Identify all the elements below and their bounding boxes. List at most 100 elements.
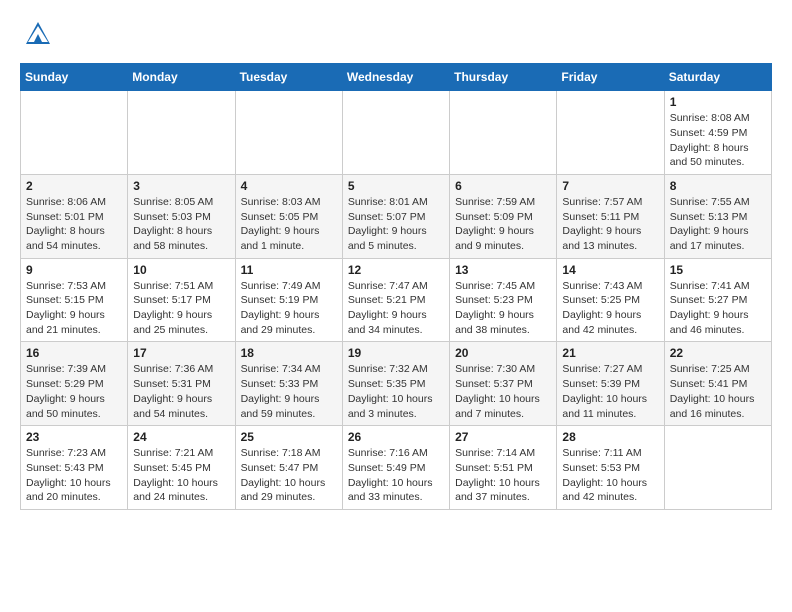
header-friday: Friday <box>557 64 664 91</box>
day-number: 18 <box>241 346 337 360</box>
day-cell: 26 Sunrise: 7:16 AM Sunset: 5:49 PM Dayli… <box>342 426 449 510</box>
day-cell: 27 Sunrise: 7:14 AM Sunset: 5:51 PM Dayli… <box>450 426 557 510</box>
day-cell: 20 Sunrise: 7:30 AM Sunset: 5:37 PM Dayli… <box>450 342 557 426</box>
day-cell: 8 Sunrise: 7:55 AM Sunset: 5:13 PM Daylig… <box>664 174 771 258</box>
day-info: Sunrise: 7:57 AM Sunset: 5:11 PM Dayligh… <box>562 195 658 254</box>
day-number: 7 <box>562 179 658 193</box>
day-number: 13 <box>455 263 551 277</box>
logo <box>20 20 52 53</box>
day-info: Sunrise: 7:23 AM Sunset: 5:43 PM Dayligh… <box>26 446 122 505</box>
day-number: 25 <box>241 430 337 444</box>
day-cell: 4 Sunrise: 8:03 AM Sunset: 5:05 PM Daylig… <box>235 174 342 258</box>
day-cell: 28 Sunrise: 7:11 AM Sunset: 5:53 PM Dayli… <box>557 426 664 510</box>
day-cell <box>557 91 664 175</box>
day-info: Sunrise: 7:34 AM Sunset: 5:33 PM Dayligh… <box>241 362 337 421</box>
day-cell: 7 Sunrise: 7:57 AM Sunset: 5:11 PM Daylig… <box>557 174 664 258</box>
day-cell: 5 Sunrise: 8:01 AM Sunset: 5:07 PM Daylig… <box>342 174 449 258</box>
day-info: Sunrise: 7:41 AM Sunset: 5:27 PM Dayligh… <box>670 279 766 338</box>
day-cell: 17Sunrise: 7:36 AM Sunset: 5:31 PM Dayli… <box>128 342 235 426</box>
day-info: Sunrise: 8:06 AM Sunset: 5:01 PM Dayligh… <box>26 195 122 254</box>
day-info: Sunrise: 7:11 AM Sunset: 5:53 PM Dayligh… <box>562 446 658 505</box>
day-number: 5 <box>348 179 444 193</box>
day-cell <box>342 91 449 175</box>
day-cell <box>235 91 342 175</box>
day-number: 12 <box>348 263 444 277</box>
day-info: Sunrise: 8:03 AM Sunset: 5:05 PM Dayligh… <box>241 195 337 254</box>
day-number: 11 <box>241 263 337 277</box>
day-cell: 16 Sunrise: 7:39 AM Sunset: 5:29 PM Dayli… <box>21 342 128 426</box>
week-row-5: 23 Sunrise: 7:23 AM Sunset: 5:43 PM Dayli… <box>21 426 772 510</box>
day-cell: 12 Sunrise: 7:47 AM Sunset: 5:21 PM Dayli… <box>342 258 449 342</box>
day-info: Sunrise: 7:16 AM Sunset: 5:49 PM Dayligh… <box>348 446 444 505</box>
day-number: 14 <box>562 263 658 277</box>
day-cell: 19 Sunrise: 7:32 AM Sunset: 5:35 PM Dayli… <box>342 342 449 426</box>
day-cell: 14 Sunrise: 7:43 AM Sunset: 5:25 PM Dayli… <box>557 258 664 342</box>
day-cell: 3 Sunrise: 8:05 AM Sunset: 5:03 PM Daylig… <box>128 174 235 258</box>
header-saturday: Saturday <box>664 64 771 91</box>
day-number: 28 <box>562 430 658 444</box>
day-info: Sunrise: 7:14 AM Sunset: 5:51 PM Dayligh… <box>455 446 551 505</box>
day-number: 23 <box>26 430 122 444</box>
day-number: 2 <box>26 179 122 193</box>
day-info: Sunrise: 7:47 AM Sunset: 5:21 PM Dayligh… <box>348 279 444 338</box>
day-cell: 2 Sunrise: 8:06 AM Sunset: 5:01 PM Daylig… <box>21 174 128 258</box>
day-info: Sunrise: 8:08 AM Sunset: 4:59 PM Dayligh… <box>670 111 766 170</box>
day-number: 26 <box>348 430 444 444</box>
day-info: Sunrise: 7:21 AM Sunset: 5:45 PM Dayligh… <box>133 446 229 505</box>
day-number: 16 <box>26 346 122 360</box>
day-number: 15 <box>670 263 766 277</box>
day-cell <box>450 91 557 175</box>
day-cell: 15 Sunrise: 7:41 AM Sunset: 5:27 PM Dayli… <box>664 258 771 342</box>
day-info: Sunrise: 7:55 AM Sunset: 5:13 PM Dayligh… <box>670 195 766 254</box>
header-tuesday: Tuesday <box>235 64 342 91</box>
day-cell: 23 Sunrise: 7:23 AM Sunset: 5:43 PM Dayli… <box>21 426 128 510</box>
day-info: Sunrise: 7:27 AM Sunset: 5:39 PM Dayligh… <box>562 362 658 421</box>
day-info: Sunrise: 8:01 AM Sunset: 5:07 PM Dayligh… <box>348 195 444 254</box>
day-number: 10 <box>133 263 229 277</box>
day-cell: 21 Sunrise: 7:27 AM Sunset: 5:39 PM Dayli… <box>557 342 664 426</box>
logo-icon <box>24 20 52 48</box>
day-cell: 10 Sunrise: 7:51 AM Sunset: 5:17 PM Dayli… <box>128 258 235 342</box>
day-info: Sunrise: 7:49 AM Sunset: 5:19 PM Dayligh… <box>241 279 337 338</box>
day-info: Sunrise: 7:30 AM Sunset: 5:37 PM Dayligh… <box>455 362 551 421</box>
day-info: Sunrise: 7:51 AM Sunset: 5:17 PM Dayligh… <box>133 279 229 338</box>
day-number: 19 <box>348 346 444 360</box>
day-info: Sunrise: 7:32 AM Sunset: 5:35 PM Dayligh… <box>348 362 444 421</box>
page-header <box>20 20 772 53</box>
day-cell: 13 Sunrise: 7:45 AM Sunset: 5:23 PM Dayli… <box>450 258 557 342</box>
week-row-3: 9 Sunrise: 7:53 AM Sunset: 5:15 PM Daylig… <box>21 258 772 342</box>
day-cell <box>21 91 128 175</box>
day-cell: 24 Sunrise: 7:21 AM Sunset: 5:45 PM Dayli… <box>128 426 235 510</box>
day-cell <box>664 426 771 510</box>
day-cell <box>128 91 235 175</box>
day-number: 3 <box>133 179 229 193</box>
day-number: 1 <box>670 95 766 109</box>
day-info: Sunrise: 8:05 AM Sunset: 5:03 PM Dayligh… <box>133 195 229 254</box>
day-number: 9 <box>26 263 122 277</box>
day-number: 24 <box>133 430 229 444</box>
day-number: 4 <box>241 179 337 193</box>
day-number: 6 <box>455 179 551 193</box>
day-number: 21 <box>562 346 658 360</box>
day-cell: 22Sunrise: 7:25 AM Sunset: 5:41 PM Dayli… <box>664 342 771 426</box>
day-number: 8 <box>670 179 766 193</box>
day-number: 22 <box>670 346 766 360</box>
day-info: Sunrise: 7:45 AM Sunset: 5:23 PM Dayligh… <box>455 279 551 338</box>
calendar-header-row: SundayMondayTuesdayWednesdayThursdayFrid… <box>21 64 772 91</box>
day-info: Sunrise: 7:53 AM Sunset: 5:15 PM Dayligh… <box>26 279 122 338</box>
day-info: Sunrise: 7:59 AM Sunset: 5:09 PM Dayligh… <box>455 195 551 254</box>
week-row-2: 2 Sunrise: 8:06 AM Sunset: 5:01 PM Daylig… <box>21 174 772 258</box>
day-number: 27 <box>455 430 551 444</box>
day-info: Sunrise: 7:43 AM Sunset: 5:25 PM Dayligh… <box>562 279 658 338</box>
day-cell: 11 Sunrise: 7:49 AM Sunset: 5:19 PM Dayli… <box>235 258 342 342</box>
header-thursday: Thursday <box>450 64 557 91</box>
day-number: 20 <box>455 346 551 360</box>
week-row-4: 16 Sunrise: 7:39 AM Sunset: 5:29 PM Dayli… <box>21 342 772 426</box>
day-info: Sunrise: 7:36 AM Sunset: 5:31 PM Dayligh… <box>133 362 229 421</box>
calendar-table: SundayMondayTuesdayWednesdayThursdayFrid… <box>20 63 772 510</box>
day-info: Sunrise: 7:39 AM Sunset: 5:29 PM Dayligh… <box>26 362 122 421</box>
day-cell: 18 Sunrise: 7:34 AM Sunset: 5:33 PM Dayli… <box>235 342 342 426</box>
header-sunday: Sunday <box>21 64 128 91</box>
header-wednesday: Wednesday <box>342 64 449 91</box>
day-cell: 6 Sunrise: 7:59 AM Sunset: 5:09 PM Daylig… <box>450 174 557 258</box>
